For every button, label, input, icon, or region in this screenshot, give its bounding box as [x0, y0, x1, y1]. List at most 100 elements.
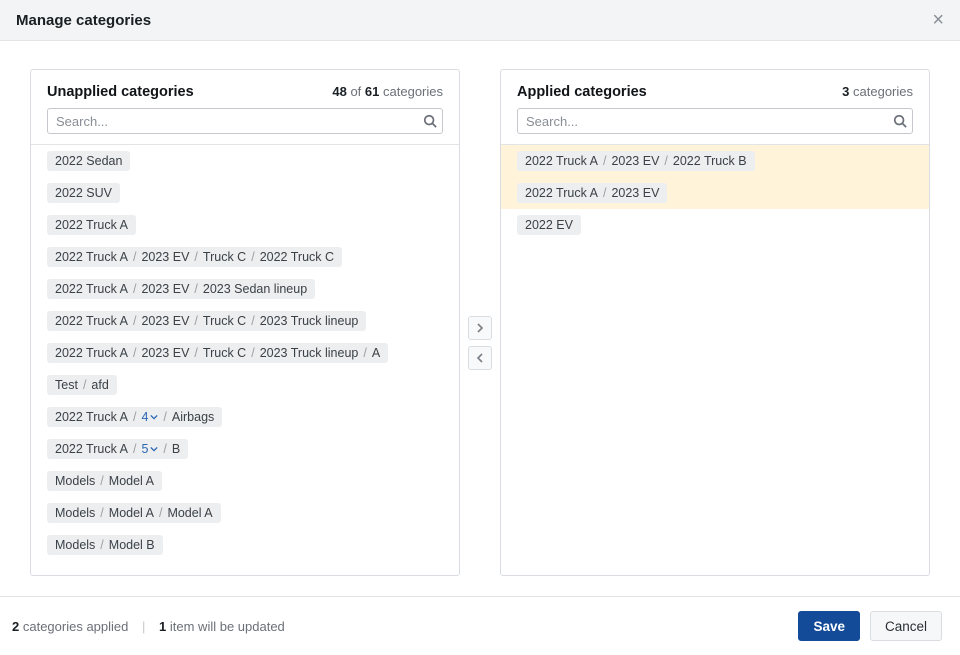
breadcrumb-segment: Models [55, 538, 95, 552]
save-button[interactable]: Save [798, 611, 860, 641]
applied-title: Applied categories [517, 84, 647, 100]
category-pill[interactable]: 2022 Truck A/2023 EV/2023 Sedan lineup [47, 279, 315, 299]
breadcrumb-separator: / [133, 282, 136, 296]
breadcrumb-separator: / [251, 314, 254, 328]
breadcrumb-segment: 2022 Truck A [525, 154, 598, 168]
breadcrumb-segment: 2022 Truck A [55, 282, 128, 296]
breadcrumb-separator: / [83, 378, 86, 392]
unapplied-list[interactable]: 2022 Sedan2022 SUV2022 Truck A2022 Truck… [31, 144, 459, 575]
collapsed-segment[interactable]: 4 [141, 410, 158, 424]
breadcrumb-segment: 2022 Truck A [55, 442, 128, 456]
breadcrumb-segment: 2023 EV [141, 346, 189, 360]
breadcrumb-separator: / [603, 154, 606, 168]
category-pill[interactable]: 2022 Truck A/2023 EV [517, 183, 667, 203]
unapplied-panel-header: Unapplied categories 48 of 61 categories [31, 70, 459, 144]
breadcrumb-segment: Test [55, 378, 78, 392]
list-item[interactable]: Models/Model A [31, 465, 459, 497]
breadcrumb-segment: Model A [109, 474, 154, 488]
list-item[interactable]: 2022 EV [501, 209, 929, 241]
breadcrumb-segment: 2022 EV [525, 218, 573, 232]
footer-applied-count: 2 [12, 619, 19, 634]
category-pill[interactable]: 2022 Truck A / 5 / B [47, 439, 188, 459]
breadcrumb-segment: 2023 Truck lineup [260, 314, 359, 328]
footer-actions: Save Cancel [798, 611, 942, 641]
category-pill[interactable]: Test / afd [47, 375, 117, 395]
category-pill[interactable]: 2022 Truck A/4 /Airbags [47, 407, 222, 427]
transfer-controls [468, 69, 492, 576]
breadcrumb-separator: / [159, 506, 162, 520]
breadcrumb-segment: Model A [167, 506, 212, 520]
applied-count: 3 categories [842, 84, 913, 99]
category-pill[interactable]: 2022 SUV [47, 183, 120, 203]
list-item[interactable]: 2022 Truck A [31, 209, 459, 241]
category-pill[interactable]: 2022 Truck A/2023 EV/2022 Truck B [517, 151, 755, 171]
category-pill[interactable]: Models/Model A [47, 471, 162, 491]
unapplied-count-of: of [350, 84, 361, 99]
unapplied-count-shown: 48 [332, 84, 346, 99]
dialog-header: Manage categories × [0, 0, 960, 41]
category-pill[interactable]: Models/Model A/Model A [47, 503, 221, 523]
breadcrumb-segment: Truck C [203, 346, 246, 360]
breadcrumb-segment: 2023 EV [141, 314, 189, 328]
category-pill[interactable]: Models / Model B [47, 535, 163, 555]
list-item[interactable]: 2022 Truck A/2023 EV/Truck C/2023 Truck … [31, 337, 459, 369]
list-item[interactable]: 2022 Truck A/2023 EV/Truck C/2023 Truck … [31, 305, 459, 337]
unapplied-search [47, 108, 443, 134]
list-item[interactable]: 2022 SUV [31, 177, 459, 209]
unapplied-panel: Unapplied categories 48 of 61 categories… [30, 69, 460, 576]
breadcrumb-segment: 2022 Truck A [525, 186, 598, 200]
applied-panel: Applied categories 3 categories 2022 Tru… [500, 69, 930, 576]
category-pill[interactable]: 2022 Truck A/2023 EV/Truck C/2022 Truck … [47, 247, 342, 267]
dialog-title: Manage categories [16, 12, 151, 29]
unapplied-count: 48 of 61 categories [332, 84, 443, 99]
breadcrumb-segment: B [172, 442, 180, 456]
breadcrumb-segment: 2023 EV [141, 282, 189, 296]
move-left-button[interactable] [468, 346, 492, 370]
breadcrumb-segment: A [372, 346, 380, 360]
breadcrumb-separator: / [133, 314, 136, 328]
breadcrumb-segment: afd [91, 378, 108, 392]
category-pill[interactable]: 2022 Truck A/2023 EV/Truck C/2023 Truck … [47, 343, 388, 363]
category-pill[interactable]: 2022 Truck A [47, 215, 136, 235]
category-pill[interactable]: 2022 EV [517, 215, 581, 235]
breadcrumb-segment: 2022 Truck A [55, 314, 128, 328]
breadcrumb-separator: / [194, 282, 197, 296]
applied-count-shown: 3 [842, 84, 849, 99]
breadcrumb-segment: 2023 EV [611, 154, 659, 168]
list-item[interactable]: 2022 Truck A/2023 EV/2022 Truck B [501, 145, 929, 177]
breadcrumb-segment: 2022 Sedan [55, 154, 122, 168]
breadcrumb-segment: Truck C [203, 250, 246, 264]
list-item[interactable]: 2022 Truck A/2023 EV/Truck C/2022 Truck … [31, 241, 459, 273]
breadcrumb-separator: / [163, 410, 166, 424]
move-right-button[interactable] [468, 316, 492, 340]
dialog-body: Unapplied categories 48 of 61 categories… [0, 41, 960, 576]
applied-count-suffix: categories [853, 84, 913, 99]
breadcrumb-separator: / [133, 442, 136, 456]
breadcrumb-separator: / [100, 506, 103, 520]
breadcrumb-segment: Model B [109, 538, 155, 552]
list-item[interactable]: 2022 Sedan [31, 145, 459, 177]
list-item[interactable]: 2022 Truck A/2023 EV/2023 Sedan lineup [31, 273, 459, 305]
list-item[interactable]: Models/Model A/Model A [31, 497, 459, 529]
applied-list[interactable]: 2022 Truck A/2023 EV/2022 Truck B2022 Tr… [501, 144, 929, 575]
unapplied-search-input[interactable] [47, 108, 443, 134]
list-item[interactable]: Models / Model B [31, 529, 459, 561]
breadcrumb-segment: 2022 Truck A [55, 250, 128, 264]
footer-updated-suffix: item will be updated [170, 619, 285, 634]
breadcrumb-segment: Models [55, 474, 95, 488]
list-item[interactable]: 2022 Truck A/2023 EV [501, 177, 929, 209]
list-item[interactable]: Test / afd [31, 369, 459, 401]
list-item[interactable]: 2022 Truck A / 5 / B [31, 433, 459, 465]
list-item[interactable]: 2022 Truck A/4 /Airbags [31, 401, 459, 433]
cancel-button[interactable]: Cancel [870, 611, 942, 641]
category-pill[interactable]: 2022 Sedan [47, 151, 130, 171]
applied-search-input[interactable] [517, 108, 913, 134]
footer-divider: | [142, 619, 145, 634]
category-pill[interactable]: 2022 Truck A/2023 EV/Truck C/2023 Truck … [47, 311, 366, 331]
breadcrumb-separator: / [133, 410, 136, 424]
close-icon[interactable]: × [932, 10, 944, 30]
breadcrumb-separator: / [163, 442, 166, 456]
breadcrumb-separator: / [100, 538, 103, 552]
collapsed-segment[interactable]: 5 [141, 442, 158, 456]
breadcrumb-separator: / [133, 250, 136, 264]
